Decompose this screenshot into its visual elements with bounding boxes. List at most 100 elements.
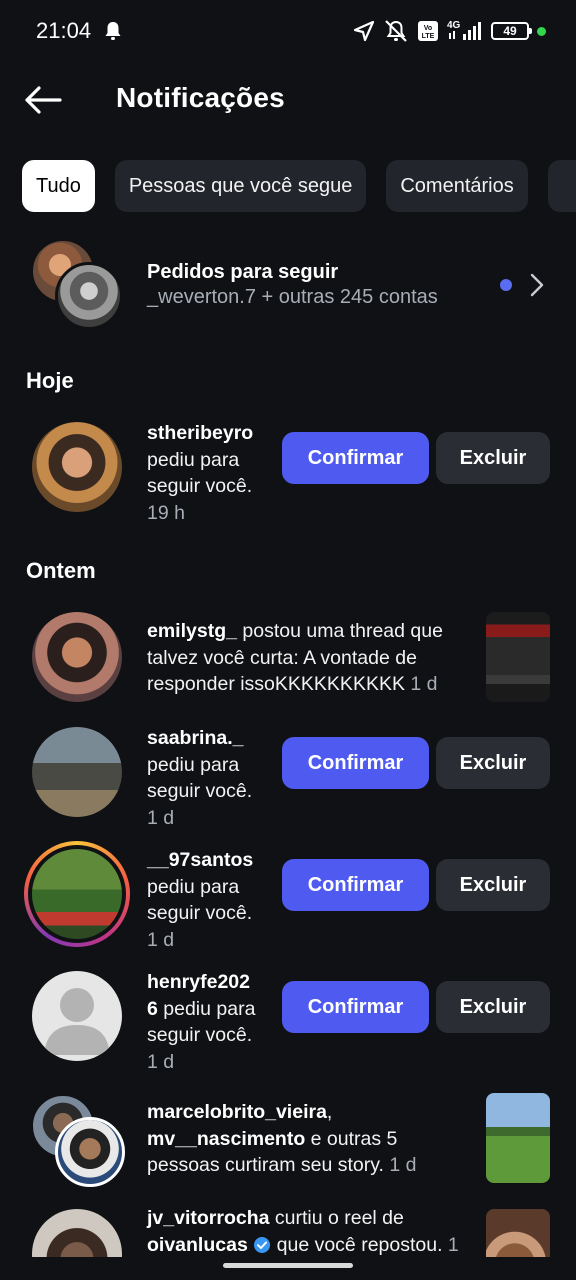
signal-icon: 4G <box>447 20 481 40</box>
notification-text: saabrina._ pediu para seguir você. 1 d <box>147 725 252 831</box>
svg-text:LTE: LTE <box>422 33 435 40</box>
username[interactable]: henryfe202 <box>147 971 250 993</box>
notification-line: que você repostou. <box>271 1233 443 1256</box>
notification-line: pediu para <box>157 997 256 1020</box>
notification-text: __97santos pediu para seguir você. 1 d <box>147 847 253 953</box>
avatar <box>32 971 122 1061</box>
navigation-icon <box>353 20 375 42</box>
notification-line: pessoas curtiram seu story. <box>147 1154 384 1176</box>
notification-item[interactable]: __97santos pediu para seguir você. 1 d C… <box>0 841 576 957</box>
default-avatar-icon <box>44 988 110 1055</box>
notification-line: pediu para <box>147 875 240 898</box>
avatar <box>32 422 122 512</box>
avatar <box>55 1117 125 1187</box>
filter-chip-more[interactable] <box>547 160 576 212</box>
status-bar: 21:04 Vo LTE 4G 49 <box>0 0 576 62</box>
status-icons: Vo LTE 4G 49 <box>353 18 546 44</box>
charging-dot <box>537 26 546 36</box>
username[interactable]: emilystg_ <box>147 620 237 642</box>
filter-chip-comments[interactable]: Comentários <box>386 160 528 212</box>
status-time: 21:04 <box>36 18 92 43</box>
notification-line: seguir você. <box>147 902 253 924</box>
page-title: Notificações <box>116 82 285 113</box>
filter-chip-following[interactable]: Pessoas que você segue <box>114 160 367 212</box>
notification-item[interactable]: saabrina._ pediu para seguir você. 1 d C… <box>0 725 576 835</box>
confirm-button[interactable]: Confirmar <box>282 981 429 1033</box>
filter-chips: Tudo Pessoas que você segue Comentários <box>22 160 576 212</box>
follow-requests-subtitle: _weverton.7 + outras 245 contas <box>147 286 438 308</box>
confirm-button[interactable]: Confirmar <box>282 859 429 911</box>
username[interactable]: mv__nascimento <box>147 1128 305 1150</box>
battery-indicator: 49 <box>491 22 532 40</box>
timestamp: 1 d <box>147 928 175 951</box>
notification-line: talvez você curta: A vontade de <box>147 646 417 669</box>
post-thumbnail[interactable] <box>486 612 550 702</box>
notification-line: seguir você. <box>147 475 253 497</box>
story-ring <box>24 841 130 947</box>
notification-text: henryfe202 6 pediu para seguir você. 1 d <box>147 969 255 1075</box>
timestamp: 1 d <box>147 1050 175 1073</box>
avatar <box>32 727 122 817</box>
avatar <box>55 262 123 330</box>
header: Notificações <box>0 70 576 130</box>
section-heading-yesterday: Ontem <box>26 558 96 583</box>
network-label: 4G <box>447 20 461 31</box>
timestamp: 19 h <box>147 501 185 524</box>
arrow-left-icon <box>25 86 62 114</box>
reel-thumbnail[interactable] <box>486 1209 550 1257</box>
username[interactable]: __97santos <box>147 849 253 871</box>
verified-badge-icon <box>254 1236 271 1253</box>
section-heading-today: Hoje <box>26 368 74 393</box>
username[interactable]: oivanlucas <box>147 1234 248 1256</box>
notification-text: marcelobrito_vieira, mv__nascimento e ou… <box>147 1099 417 1179</box>
notification-text: emilystg_ postou uma thread que talvez v… <box>147 618 443 698</box>
delete-button[interactable]: Excluir <box>436 859 550 911</box>
notification-line: e outras 5 <box>305 1127 398 1150</box>
timestamp: 1 d <box>147 806 175 829</box>
notification-line: pediu para <box>147 753 240 776</box>
notification-line: responder issoKKKKKKKKKK <box>147 673 405 695</box>
notification-text: stheribeyro pediu para seguir você. 19 h <box>147 420 253 526</box>
username[interactable]: saabrina._ <box>147 727 243 749</box>
avatar <box>32 612 122 702</box>
avatar <box>32 849 122 939</box>
username[interactable]: stheribeyro <box>147 422 253 444</box>
unread-dot <box>500 279 512 291</box>
confirm-button[interactable]: Confirmar <box>282 737 429 789</box>
svg-text:Vo: Vo <box>424 25 432 32</box>
bell-off-icon <box>385 20 407 42</box>
delete-button[interactable]: Excluir <box>436 432 550 484</box>
notification-item[interactable]: henryfe202 6 pediu para seguir você. 1 d… <box>0 969 576 1079</box>
home-indicator[interactable] <box>223 1263 353 1268</box>
username-continued[interactable]: 6 <box>147 998 158 1020</box>
story-thumbnail[interactable] <box>486 1093 550 1183</box>
username[interactable]: marcelobrito_vieira <box>147 1101 327 1123</box>
volte-icon: Vo LTE <box>418 21 438 41</box>
notification-item[interactable]: jv_vitorrocha curtiu o reel de oivanluca… <box>0 1205 576 1257</box>
filter-chip-all[interactable]: Tudo <box>22 160 95 212</box>
back-button[interactable] <box>24 82 64 118</box>
notification-line: seguir você. <box>147 1024 253 1046</box>
notification-line: seguir você. <box>147 780 253 802</box>
bell-icon <box>105 22 121 40</box>
notification-item[interactable]: emilystg_ postou uma thread que talvez v… <box>0 612 576 708</box>
confirm-button[interactable]: Confirmar <box>282 432 429 484</box>
delete-button[interactable]: Excluir <box>436 737 550 789</box>
avatar <box>32 1209 122 1257</box>
notification-text: jv_vitorrocha curtiu o reel de oivanluca… <box>147 1205 459 1257</box>
battery-level: 49 <box>503 24 517 38</box>
notification-item[interactable]: marcelobrito_vieira, mv__nascimento e ou… <box>0 1093 576 1189</box>
separator: , <box>326 1101 333 1123</box>
notification-line: pediu para <box>147 448 240 471</box>
follow-requests-row[interactable]: Pedidos para seguir _weverton.7 + outras… <box>0 236 576 336</box>
username[interactable]: jv_vitorrocha <box>147 1207 269 1229</box>
timestamp: 1 d <box>383 1154 417 1176</box>
notification-line: curtiu o reel de <box>269 1207 404 1229</box>
notification-item[interactable]: stheribeyro pediu para seguir você. 19 h… <box>0 420 576 530</box>
notification-line: postou uma thread que <box>236 620 443 642</box>
timestamp: 1 <box>442 1233 459 1256</box>
chevron-right-icon <box>530 273 544 297</box>
delete-button[interactable]: Excluir <box>436 981 550 1033</box>
follow-requests-title: Pedidos para seguir <box>147 261 339 283</box>
timestamp: 1 d <box>404 673 438 695</box>
